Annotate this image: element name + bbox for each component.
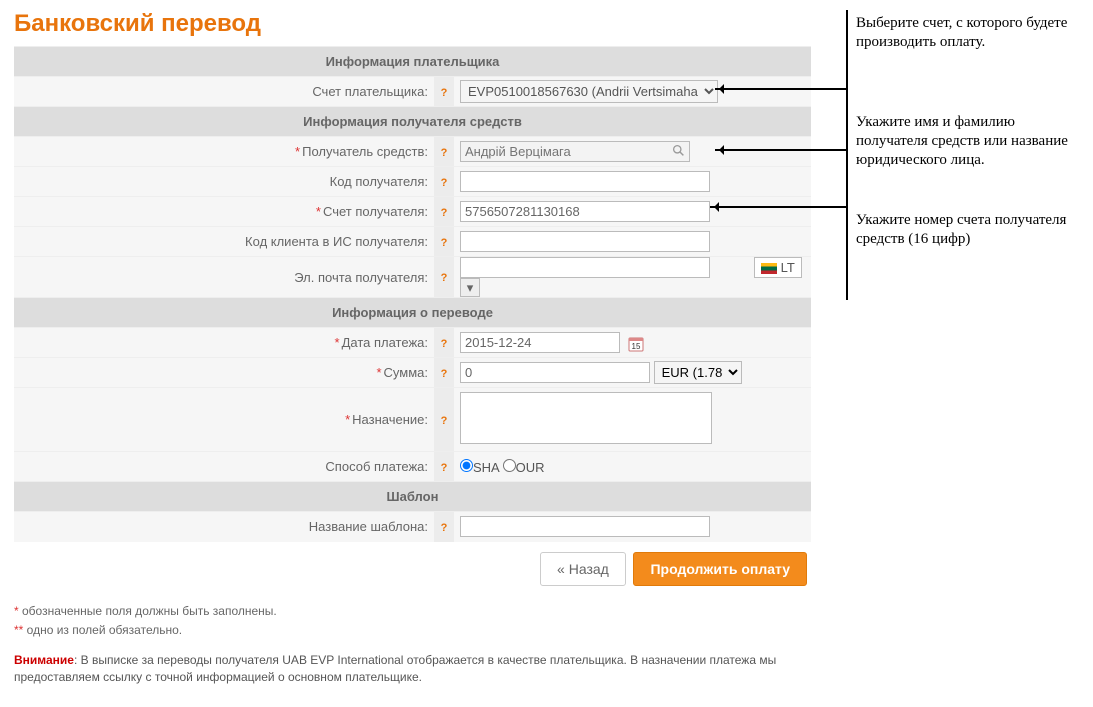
annotation-arrow-1 [715,88,846,90]
label-recipient-code: Код получателя: [330,174,428,189]
recipient-is-code-input[interactable] [460,231,710,252]
method-sha-radio[interactable] [460,459,473,472]
phone-cc-text: LT [781,260,795,275]
annotation-arrow-2 [715,149,846,151]
help-icon[interactable]: ? [437,521,451,535]
purpose-textarea[interactable] [460,392,712,444]
help-icon[interactable]: ? [437,414,451,428]
label-recipient-account: Счет получателя: [323,204,428,219]
annotation-arrow-3 [710,206,846,208]
template-name-input[interactable] [460,516,710,537]
method-our-radio[interactable] [503,459,516,472]
help-icon[interactable]: ? [437,461,451,475]
label-recipient: Получатель средств: [302,144,428,159]
footnote-text2: одно из полей обязательно. [23,623,182,637]
footnote-star2: ** [14,623,23,637]
help-icon[interactable]: ? [437,176,451,190]
annotation-2: Укажите имя и фамилию получателя средств… [856,113,1086,169]
section-transfer: Информация о переводе [14,298,811,328]
page-title: Банковский перевод [14,10,811,38]
currency-select[interactable]: EUR (1.78) [654,361,742,384]
continue-button[interactable]: Продолжить оплату [633,552,807,586]
section-template: Шаблон [14,482,811,512]
label-purpose: Назначение: [352,412,428,427]
attention-label: Внимание [14,653,74,667]
attention-text: : В выписке за переводы получателя UAB E… [14,653,776,684]
recipient-account-input[interactable] [460,201,710,222]
help-icon[interactable]: ? [437,236,451,250]
annotation-1: Выберите счет, с которого будете произво… [856,14,1086,52]
footnote-text1: обозначенные поля должны быть заполнены. [19,604,277,618]
transfer-form: Информация плательщика Счет плательщика:… [14,46,811,542]
label-payment-method: Способ платежа: [325,459,428,474]
label-recipient-is-code: Код клиента в ИС получателя: [245,234,428,249]
phone-cc-dropdown[interactable]: ▾ [460,278,480,297]
footnotes: * обозначенные поля должны быть заполнен… [14,602,811,640]
method-sha-option[interactable]: SHA [460,460,499,475]
phone-country-code[interactable]: LT [754,257,802,278]
label-recipient-email: Эл. почта получателя: [294,270,428,285]
buttons-row: « Назад Продолжить оплату [14,542,811,596]
flag-lt-icon [761,263,777,274]
label-payer-account: Счет плательщика: [312,84,428,99]
annotation-divider [846,10,848,300]
svg-text:15: 15 [631,342,640,351]
payment-date-input[interactable] [460,332,620,353]
label-payment-date: Дата платежа: [342,335,428,350]
method-our-option[interactable]: OUR [503,460,545,475]
required-marker: * [376,365,383,380]
help-icon[interactable]: ? [437,337,451,351]
recipient-code-input[interactable] [460,171,710,192]
calendar-icon[interactable]: 15 [628,336,644,352]
required-marker: * [316,204,323,219]
required-marker: * [335,335,342,350]
help-icon[interactable]: ? [437,367,451,381]
attention-block: Внимание: В выписке за переводы получате… [14,652,811,687]
recipient-email-input[interactable] [460,257,710,278]
annotation-3: Укажите номер счета получателя средств (… [856,211,1086,249]
help-icon[interactable]: ? [437,206,451,220]
amount-input[interactable] [460,362,650,383]
section-payer: Информация плательщика [14,47,811,77]
help-icon[interactable]: ? [437,146,451,160]
search-icon[interactable] [672,144,685,160]
help-icon[interactable]: ? [437,271,451,285]
section-recipient: Информация получателя средств [14,107,811,137]
help-icon[interactable]: ? [437,86,451,100]
label-template-name: Название шаблона: [309,519,428,534]
payer-account-select[interactable]: EVP0510018567630 (Andrii Vertsimaha) [460,80,718,103]
label-amount: Сумма: [384,365,428,380]
back-button[interactable]: « Назад [540,552,626,586]
recipient-input[interactable] [460,141,690,162]
